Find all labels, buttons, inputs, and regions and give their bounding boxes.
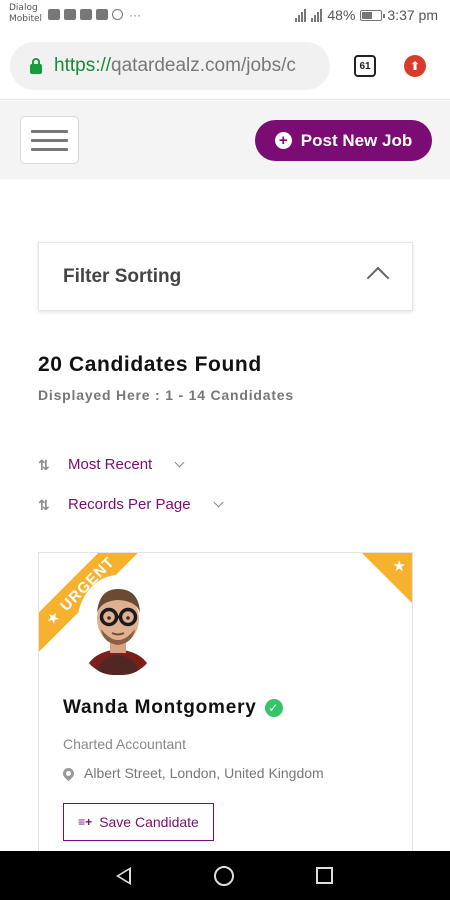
status-bar: Dialog Mobitel ··· 48% 3:37 pm <box>0 0 450 34</box>
sort-order-select[interactable]: ⇅ Most Recent <box>38 456 185 473</box>
more-notifications-icon: ··· <box>129 7 141 22</box>
records-per-page-select[interactable]: ⇅ Records Per Page <box>38 496 224 513</box>
candidate-avatar[interactable] <box>77 575 159 675</box>
mail-open-icon <box>96 9 108 20</box>
carrier-line-2: Mobitel <box>9 14 43 24</box>
battery-percent: 48% <box>327 7 356 23</box>
carrier-label: Dialog Mobitel <box>9 3 42 25</box>
browser-toolbar: https://qatardealz.com/jobs/c 61 ⬆ <box>0 34 450 100</box>
tab-switcher-button[interactable]: 61 <box>354 55 376 77</box>
carrier-line-1: Dialog <box>9 3 38 13</box>
map-pin-icon <box>60 765 77 781</box>
filter-title: Filter Sorting <box>63 265 182 287</box>
signal-icon-2 <box>311 8 323 22</box>
camera-icon <box>48 9 60 20</box>
lock-icon <box>30 57 42 74</box>
candidate-card[interactable]: ★ URGENT ★ Wanda Montgomery ✓ Charted Ac… <box>38 552 413 872</box>
results-count-title: 20 Candidates Found <box>38 353 262 376</box>
sort-arrows-icon: ⇅ <box>38 456 50 473</box>
site-header: + Post New Job <box>0 101 450 179</box>
check-badge-icon: ✓ <box>264 699 283 717</box>
chevron-down-icon <box>213 497 224 508</box>
filter-sorting-panel[interactable]: Filter Sorting <box>38 242 413 311</box>
sort-arrows-icon: ⇅ <box>38 496 50 513</box>
chevron-down-icon <box>174 457 185 468</box>
menu-button[interactable] <box>20 116 79 164</box>
mail-icon <box>80 9 92 20</box>
save-candidate-button[interactable]: ≡+ Save Candidate <box>63 803 214 841</box>
url-text[interactable]: https://qatardealz.com/jobs/c <box>54 55 296 77</box>
candidate-role: Charted Accountant <box>63 736 186 752</box>
avatar-photo <box>77 575 159 675</box>
plus-circle-icon: + <box>274 132 292 149</box>
signal-icon <box>295 8 307 22</box>
system-navigation-bar <box>0 851 450 900</box>
menu-icon <box>31 129 68 133</box>
bookmark-list-icon: ≡+ <box>78 815 93 829</box>
instagram-icon <box>112 9 123 20</box>
sort-order-label: Most Recent <box>68 456 153 473</box>
chevron-up-icon[interactable] <box>366 266 390 290</box>
candidate-name-row[interactable]: Wanda Montgomery ✓ <box>63 697 283 719</box>
notification-icons: ··· <box>48 7 141 22</box>
recent-apps-icon[interactable] <box>316 867 333 884</box>
home-icon[interactable] <box>214 866 234 886</box>
results-range-subtitle: Displayed Here : 1 - 14 Candidates <box>38 387 294 403</box>
url-host: qatardealz.com <box>111 55 241 76</box>
address-bar[interactable]: https://qatardealz.com/jobs/c <box>10 42 330 90</box>
candidate-name[interactable]: Wanda Montgomery <box>63 697 257 719</box>
url-path: /jobs/c <box>240 55 296 76</box>
featured-star-icon: ★ <box>392 558 406 575</box>
post-new-job-label: Post New Job <box>300 130 413 150</box>
url-scheme: https:// <box>54 55 112 76</box>
upload-icon[interactable]: ⬆ <box>404 55 426 77</box>
candidate-location: Albert Street, London, United Kingdom <box>84 765 324 781</box>
save-candidate-label: Save Candidate <box>99 814 199 830</box>
battery-icon <box>360 9 386 21</box>
clock: 3:37 pm <box>387 7 438 23</box>
image-icon <box>64 9 76 20</box>
star-icon: ★ <box>42 606 65 630</box>
records-per-page-label: Records Per Page <box>68 496 191 513</box>
candidate-location-row: Albert Street, London, United Kingdom <box>60 765 324 781</box>
post-new-job-button[interactable]: + Post New Job <box>255 120 432 161</box>
status-indicators: 48% 3:37 pm <box>295 7 438 23</box>
